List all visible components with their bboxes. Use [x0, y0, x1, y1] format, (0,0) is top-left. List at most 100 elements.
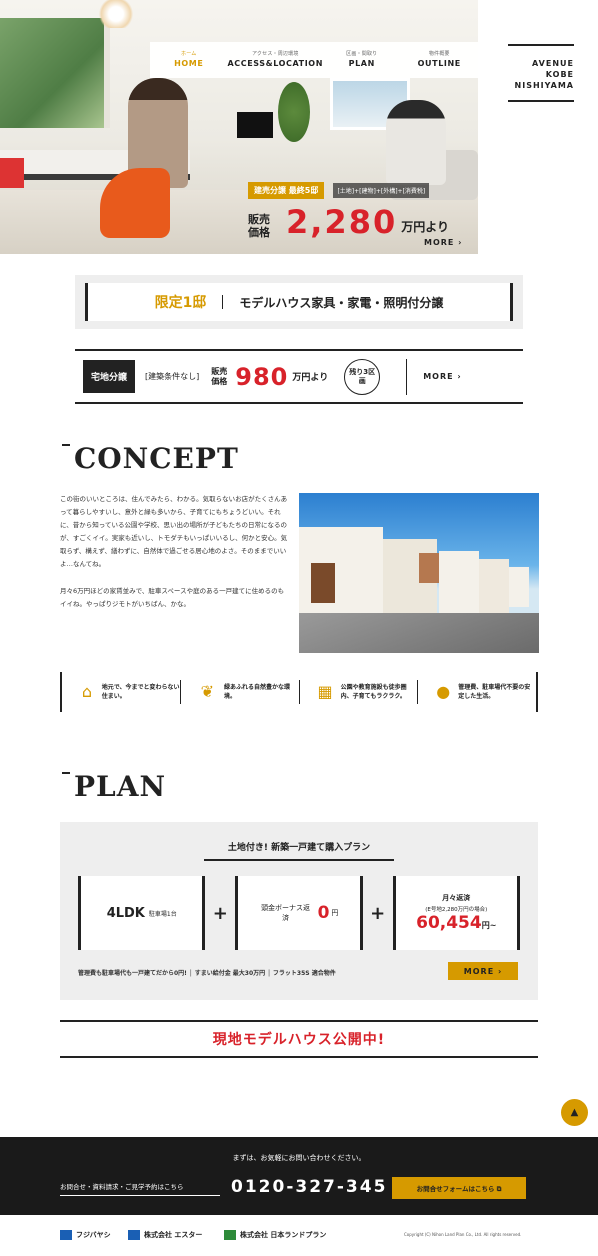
concept-title: CONCEPT [62, 442, 239, 475]
lot-more-link[interactable]: MORE › [423, 372, 461, 381]
plan-cards: 4LDK 駐車場1台 + 頭金ボーナス返済 0 円 + 月々返済 (E号地2,2… [78, 876, 520, 950]
lot-remain-badge: 残り3区画 [344, 358, 381, 395]
lot-tag: 宅地分譲 [83, 360, 136, 393]
nav-outline-label: OUTLINE [417, 59, 461, 68]
plan-downpayment-value: 0 [317, 903, 330, 923]
feature-text: 公園や教育施設も徒歩圏内、子育てもラクラク。 [340, 684, 407, 700]
hero-price-row: 販売価格 2,280 万円より [248, 205, 474, 239]
nav-home[interactable]: ホーム HOME [150, 42, 227, 78]
contact-form-button[interactable]: お問合せフォームはこちら ⧉ [392, 1177, 526, 1199]
company-logo-1[interactable]: フジバヤシ [60, 1230, 111, 1240]
hero-lamp [96, 0, 136, 28]
house-icon: ⌂ [81, 682, 92, 701]
company-name: 株式会社 エスター [144, 1231, 203, 1239]
plan-footnote: 管理費も駐車場代も一戸建てだから0円! │ すまい給付金 最大30万円 │ フラ… [78, 970, 336, 977]
limited-text: モデルハウス家具・家電・照明付分譲 [239, 295, 444, 310]
concept-para-1: この街のいいところは、住んでみたら、わかる。気取らないお店がたくさんあって暮らし… [60, 495, 288, 568]
plan-card-monthly: 月々返済 (E号地2,280万円の場合) 60,454円~ [392, 876, 520, 950]
cta-label: お問合せ・資料請求・ご見学予約はこちら [60, 1181, 220, 1196]
hero-window [0, 18, 110, 128]
leaf-icon: ❦ [200, 682, 215, 701]
lot-condition: [建築条件なし] [145, 372, 200, 381]
feature-item: ⌂ 地元で、今までと変わらない住まい。 [62, 680, 181, 704]
plus-icon: + [370, 902, 386, 924]
photo-house-3 [439, 551, 479, 615]
global-nav: ホーム HOME アクセス・周辺環境 ACCESS&LOCATION 区画・間取… [150, 42, 478, 78]
contact-cta: まずは、お気軽にお問い合わせください。 お問合せ・資料請求・ご見学予約はこちら … [0, 1137, 598, 1215]
company-logo-3[interactable]: 株式会社 日本ランドプラン [224, 1230, 326, 1240]
concept-para-2: 月々6万円ほどの家賃並みで、駐車スペースや庭のある一戸建てに住めるのもイイね。や… [60, 587, 285, 608]
limited-divider [222, 295, 224, 309]
photo-house-door [311, 563, 335, 603]
model-house-banner[interactable]: 現地モデルハウス公開中! [60, 1020, 538, 1058]
feature-text: 管理費、駐車場代不要の安定した生活。 [458, 684, 531, 700]
company-mark-icon [60, 1230, 72, 1240]
company-name: 株式会社 日本ランドプラン [240, 1231, 327, 1239]
footer: フジバヤシ 株式会社 エスター 株式会社 日本ランドプラン Copyright … [0, 1222, 598, 1256]
company-mark-icon [224, 1230, 236, 1240]
plan-title: PLAN [61, 770, 167, 803]
feature-item: ❦ 緑あふれる自然豊かな環境。 [181, 680, 300, 704]
nav-plan[interactable]: 区画・間取り PLAN [323, 42, 400, 78]
photo-house-5 [509, 567, 529, 607]
feature-item: ▦ 公園や教育施設も徒歩圏内、子育てもラクラク。 [300, 680, 419, 704]
plan-monthly-label: 月々返済 [442, 894, 471, 902]
hero-sale-box: 建売分譲 最終5邸 [土地]+[建物]+[外構]+[消費税] 販売価格 2,28… [248, 178, 474, 239]
nav-plan-sub: 区画・間取り [346, 51, 378, 57]
lot-divider [406, 358, 408, 395]
sale-includes: [土地]+[建物]+[外構]+[消費税] [333, 183, 430, 198]
limited-banner-inner: 限定1邸 モデルハウス家具・家電・照明付分譲 [85, 283, 513, 321]
nav-access-label: ACCESS&LOCATION [227, 59, 324, 68]
limited-banner[interactable]: 限定1邸 モデルハウス家具・家電・照明付分譲 [75, 275, 523, 329]
feature-item: ● 管理費、駐車場代不要の安定した生活。 [418, 680, 536, 704]
plan-box: 土地付き! 新築一戸建て購入プラン 4LDK 駐車場1台 + 頭金ボーナス返済 … [60, 822, 538, 1000]
nav-access-sub: アクセス・周辺環境 [251, 51, 299, 57]
hero-image: 建売分譲 最終5邸 [土地]+[建物]+[外構]+[消費税] 販売価格 2,28… [0, 0, 478, 254]
company-logo-2[interactable]: 株式会社 エスター [128, 1230, 202, 1240]
hero-plant [278, 82, 310, 142]
sale-tag: 建売分譲 最終5邸 [248, 182, 325, 199]
hero-person-man [386, 100, 446, 185]
hero-tv [237, 112, 273, 138]
lot-price-label: 販売価格 [211, 366, 228, 386]
nav-outline[interactable]: 物件概要 OUTLINE [401, 42, 478, 78]
cta-phone-link[interactable]: 0120-327-345 [231, 1177, 387, 1197]
nav-plan-label: PLAN [348, 59, 375, 68]
hero-price-unit: 万円より [401, 220, 449, 234]
logo-line3: NISHIYAMA [514, 81, 574, 90]
concept-features: ⌂ 地元で、今までと変わらない住まい。 ❦ 緑あふれる自然豊かな環境。 ▦ 公園… [60, 672, 538, 712]
logo-line1: AVENUE [532, 59, 574, 68]
photo-house-4 [479, 559, 509, 613]
company-mark-icon [128, 1230, 140, 1240]
plan-downpayment-unit: 円 [331, 909, 339, 917]
plan-downpayment-label: 頭金ボーナス返済 [261, 904, 311, 922]
plan-monthly-price: 60,454円~ [416, 913, 496, 933]
photo-road [299, 613, 539, 653]
plan-monthly-value: 60,454 [416, 913, 482, 933]
person-icon: ● [436, 682, 451, 701]
lot-banner[interactable]: 宅地分譲 [建築条件なし] 販売価格 980 万円より 残り3区画 MORE › [75, 349, 523, 404]
feature-text: 緑あふれる自然豊かな環境。 [223, 684, 290, 700]
limited-accent: 限定1邸 [154, 295, 207, 311]
plan-card-downpayment: 頭金ボーナス返済 0 円 [235, 876, 363, 950]
lot-price-unit: 万円より [292, 373, 329, 383]
company-name: フジバヤシ [76, 1231, 111, 1239]
cta-lead: まずは、お気軽にお問い合わせください。 [232, 1154, 366, 1162]
plan-heading: 土地付き! 新築一戸建て購入プラン [204, 840, 394, 861]
concept-photo [299, 493, 539, 653]
hero-chair-red [0, 158, 24, 188]
hero-price: 2,280 [286, 203, 398, 241]
logo-line2: KOBE [545, 70, 574, 79]
back-to-top-icon[interactable]: ▲ [561, 1099, 588, 1126]
plus-icon: + [212, 902, 228, 924]
plan-layout: 4LDK [106, 905, 145, 921]
concept-text: この街のいいところは、住んでみたら、わかる。気取らないお店がたくさんあって暮らし… [60, 493, 290, 625]
price-label: 販売価格 [248, 213, 270, 239]
nav-access[interactable]: アクセス・周辺環境 ACCESS&LOCATION [227, 42, 323, 78]
site-logo[interactable]: AVENUE KOBE NISHIYAMA [508, 44, 574, 102]
plan-monthly-unit: 円~ [481, 921, 497, 930]
copyright: Copyright (C) Nihon Land Plan Co., Ltd. … [404, 1232, 522, 1237]
plan-more-button[interactable]: MORE › [448, 962, 518, 980]
nav-home-label: HOME [174, 59, 204, 68]
hero-more-link[interactable]: MORE › [424, 238, 462, 247]
